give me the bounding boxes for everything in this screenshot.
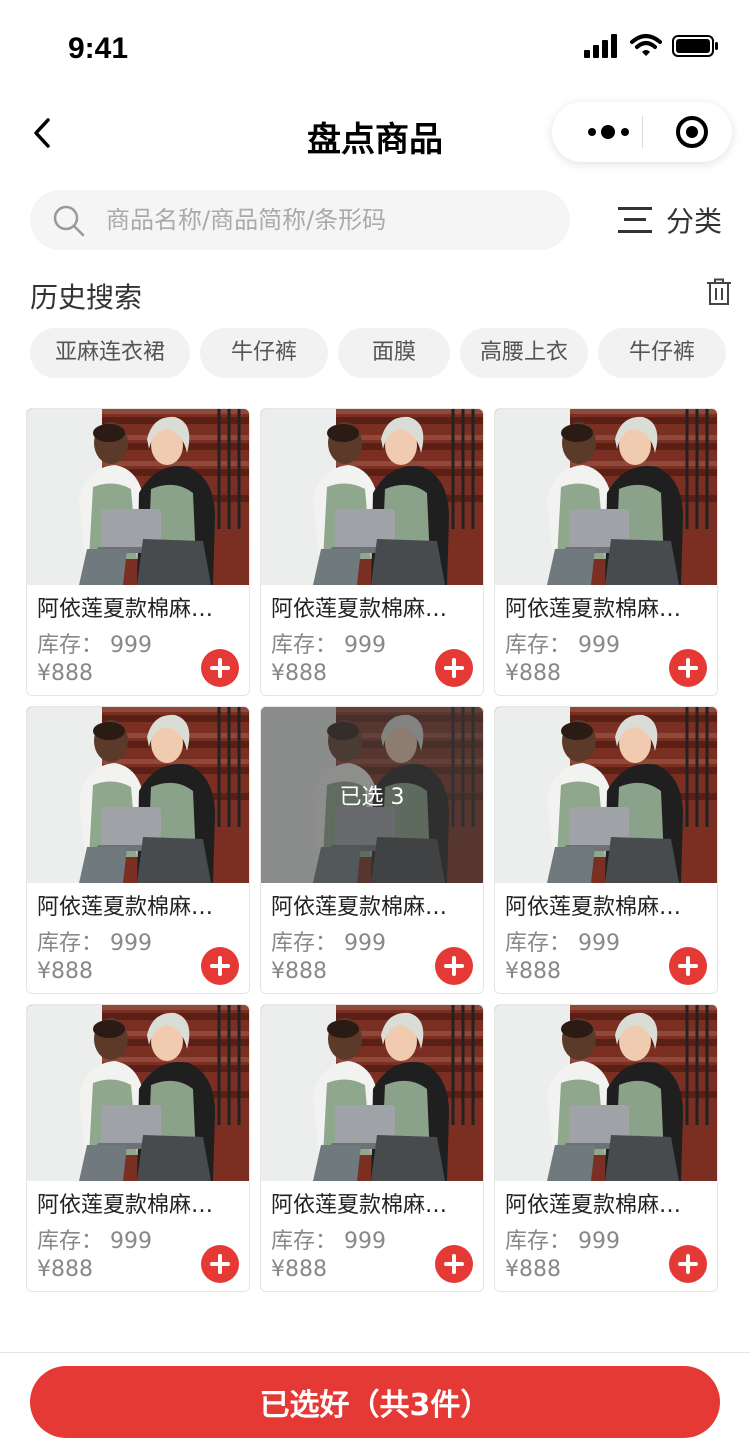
selected-overlay: 已选 3 bbox=[261, 707, 483, 883]
product-price: ¥888 bbox=[37, 661, 93, 686]
product-stock: 库存： 999 bbox=[37, 931, 152, 956]
product-price: ¥888 bbox=[505, 1257, 561, 1282]
product-image bbox=[261, 1005, 483, 1181]
add-product-button[interactable] bbox=[669, 947, 707, 985]
status-icons bbox=[584, 34, 720, 58]
status-bar: 9:41 bbox=[0, 0, 750, 88]
confirm-selection-button[interactable]: 已选好（共3件） bbox=[30, 1366, 720, 1438]
history-tag[interactable]: 牛仔裤 bbox=[598, 328, 726, 378]
add-product-button[interactable] bbox=[669, 649, 707, 687]
product-name: 阿依莲夏款棉麻… bbox=[37, 597, 214, 622]
wifi-icon bbox=[630, 34, 662, 56]
product-price: ¥888 bbox=[37, 959, 93, 984]
product-stock: 库存： 999 bbox=[37, 1229, 152, 1254]
footer-divider bbox=[0, 1352, 750, 1353]
signal-icon bbox=[584, 34, 617, 58]
capsule-divider bbox=[642, 116, 643, 148]
history-title: 历史搜索 bbox=[30, 281, 143, 314]
product-name: 阿依莲夏款棉麻… bbox=[37, 1193, 214, 1218]
search-box bbox=[30, 190, 570, 250]
product-card[interactable]: 阿依莲夏款棉麻… 库存： 999 ¥888 bbox=[26, 408, 250, 696]
search-input[interactable] bbox=[106, 190, 556, 250]
product-name: 阿依莲夏款棉麻… bbox=[505, 895, 682, 920]
product-image bbox=[495, 1005, 717, 1181]
history-tag[interactable]: 高腰上衣 bbox=[460, 328, 588, 378]
product-price: ¥888 bbox=[37, 1257, 93, 1282]
product-stock: 库存： 999 bbox=[505, 931, 620, 956]
history-tag[interactable]: 牛仔裤 bbox=[200, 328, 328, 378]
product-stock: 库存： 999 bbox=[505, 633, 620, 658]
nav-bar: 盘点商品 bbox=[0, 88, 750, 178]
target-close-icon bbox=[676, 116, 708, 148]
product-card[interactable]: 阿依莲夏款棉麻… 库存： 999 ¥888 bbox=[494, 1004, 718, 1292]
status-time: 9:41 bbox=[68, 32, 129, 65]
history-tag[interactable]: 面膜 bbox=[338, 328, 450, 378]
product-name: 阿依莲夏款棉麻… bbox=[271, 1193, 448, 1218]
product-name: 阿依莲夏款棉麻… bbox=[37, 895, 214, 920]
category-button[interactable]: 分类 bbox=[618, 190, 728, 250]
add-product-button[interactable] bbox=[201, 1245, 239, 1283]
product-card[interactable]: 阿依莲夏款棉麻… 库存： 999 ¥888 bbox=[260, 408, 484, 696]
product-card[interactable]: 阿依莲夏款棉麻… 库存： 999 ¥888 bbox=[260, 1004, 484, 1292]
product-price: ¥888 bbox=[271, 661, 327, 686]
product-name: 阿依莲夏款棉麻… bbox=[271, 895, 448, 920]
mini-program-capsule bbox=[552, 102, 732, 162]
product-card[interactable]: 阿依莲夏款棉麻… 库存： 999 ¥888 bbox=[494, 706, 718, 994]
product-name: 阿依莲夏款棉麻… bbox=[505, 1193, 682, 1218]
product-price: ¥888 bbox=[505, 959, 561, 984]
product-name: 阿依莲夏款棉麻… bbox=[505, 597, 682, 622]
product-price: ¥888 bbox=[271, 959, 327, 984]
add-product-button[interactable] bbox=[435, 947, 473, 985]
product-image bbox=[27, 409, 249, 585]
menu-lines-icon bbox=[618, 207, 652, 233]
product-card-selected[interactable]: 已选 3 阿依莲夏款棉麻… 库存： 999 ¥888 bbox=[260, 706, 484, 994]
product-card[interactable]: 阿依莲夏款棉麻… 库存： 999 ¥888 bbox=[26, 706, 250, 994]
add-product-button[interactable] bbox=[201, 649, 239, 687]
product-price: ¥888 bbox=[505, 661, 561, 686]
add-product-button[interactable] bbox=[435, 649, 473, 687]
product-image bbox=[261, 409, 483, 585]
product-image bbox=[495, 409, 717, 585]
product-card[interactable]: 阿依莲夏款棉麻… 库存： 999 ¥888 bbox=[494, 408, 718, 696]
product-stock: 库存： 999 bbox=[271, 931, 386, 956]
more-button[interactable] bbox=[570, 102, 642, 162]
search-icon bbox=[53, 205, 85, 237]
product-image bbox=[27, 707, 249, 883]
trash-icon[interactable] bbox=[706, 278, 732, 306]
product-name: 阿依莲夏款棉麻… bbox=[271, 597, 448, 622]
close-mini-program-button[interactable] bbox=[644, 102, 732, 162]
product-stock: 库存： 999 bbox=[271, 1229, 386, 1254]
battery-icon bbox=[672, 35, 718, 57]
history-tag[interactable]: 亚麻连衣裙 bbox=[30, 328, 190, 378]
add-product-button[interactable] bbox=[435, 1245, 473, 1283]
category-label: 分类 bbox=[666, 205, 723, 238]
product-stock: 库存： 999 bbox=[505, 1229, 620, 1254]
product-stock: 库存： 999 bbox=[37, 633, 152, 658]
add-product-button[interactable] bbox=[669, 1245, 707, 1283]
product-price: ¥888 bbox=[271, 1257, 327, 1282]
more-dots-icon bbox=[588, 125, 629, 139]
selected-count-label: 已选 3 bbox=[339, 785, 405, 810]
product-image bbox=[27, 1005, 249, 1181]
add-product-button[interactable] bbox=[201, 947, 239, 985]
product-image bbox=[495, 707, 717, 883]
product-stock: 库存： 999 bbox=[271, 633, 386, 658]
product-card[interactable]: 阿依莲夏款棉麻… 库存： 999 ¥888 bbox=[26, 1004, 250, 1292]
